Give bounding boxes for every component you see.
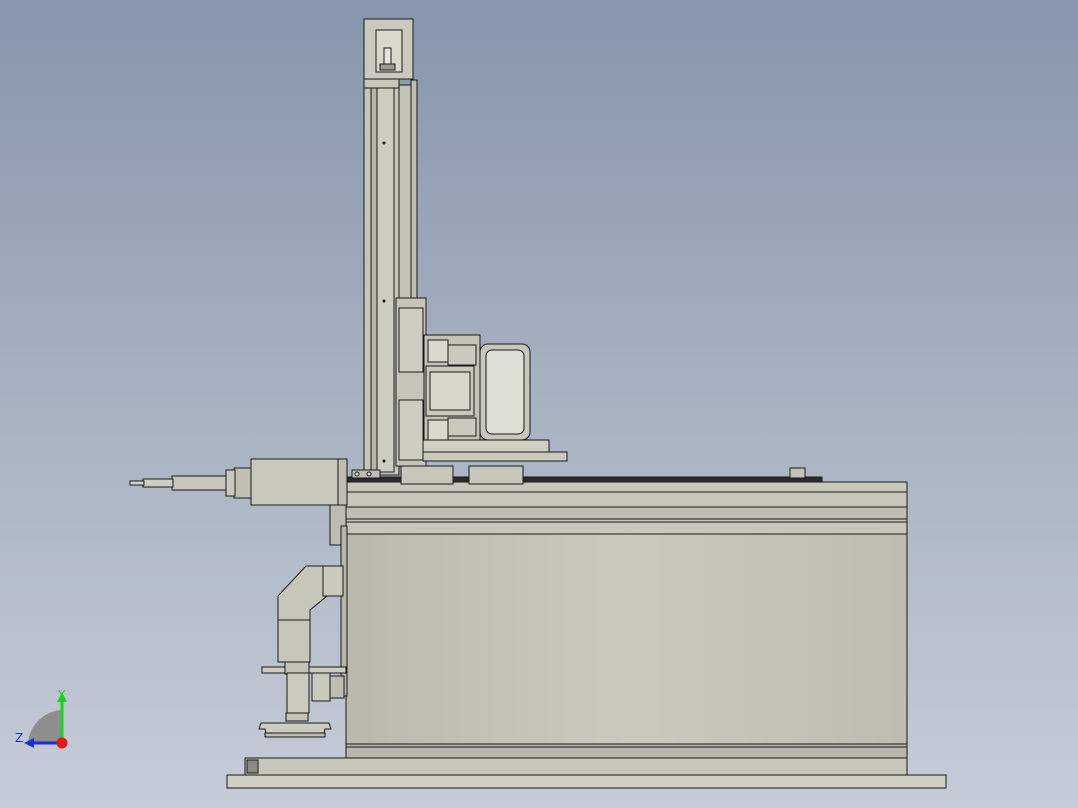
vertical-carriage[interactable] — [395, 297, 568, 467]
main-cabinet-body[interactable] — [345, 533, 908, 759]
triad-z-label: Z — [15, 731, 24, 745]
gripper-head[interactable] — [258, 712, 332, 738]
triad-origin-icon — [56, 737, 68, 749]
elbow-arm[interactable] — [277, 565, 344, 663]
rotary-joint[interactable] — [261, 661, 347, 714]
cad-graphics-viewport[interactable]: Y Z — [0, 0, 1078, 808]
base-plate[interactable] — [226, 757, 947, 789]
triad-arc-icon — [28, 710, 62, 743]
horizontal-actuator[interactable] — [129, 458, 348, 506]
cad-model-view[interactable] — [0, 0, 1078, 808]
triad-y-label: Y — [58, 688, 66, 702]
